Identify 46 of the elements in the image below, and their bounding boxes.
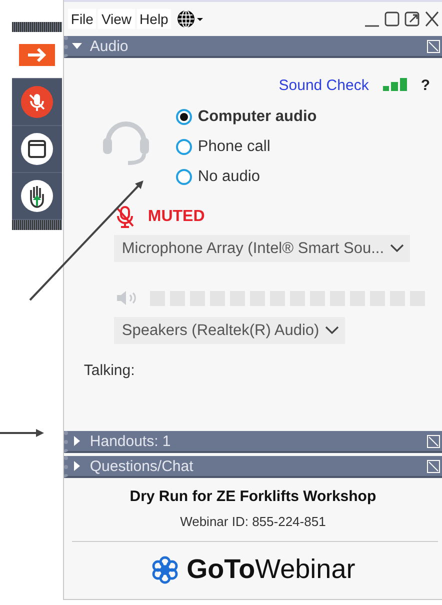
menu-item[interactable]: File bbox=[68, 9, 96, 29]
panel-header[interactable]: Handouts: 1 bbox=[64, 431, 442, 453]
gotowebinar-logo-text: GoToWebinar bbox=[186, 554, 356, 585]
talking-label: Talking: bbox=[84, 362, 136, 379]
sound-check-link[interactable]: Sound Check bbox=[278, 76, 369, 94]
menu-item[interactable]: Help bbox=[136, 9, 172, 29]
panel-title: Audio bbox=[90, 38, 130, 54]
pop-out-icon[interactable] bbox=[404, 10, 420, 28]
close-icon[interactable] bbox=[424, 10, 440, 28]
webinar-title: Dry Run for ZE Forklifts Workshop bbox=[130, 488, 376, 505]
chevron-down-icon bbox=[325, 326, 340, 335]
grip-handle[interactable] bbox=[12, 22, 62, 32]
raise-hand-button[interactable] bbox=[20, 180, 53, 212]
collapse-triangle-icon[interactable] bbox=[72, 41, 82, 51]
signal-bars-icon bbox=[382, 78, 407, 92]
webinar-id: Webinar ID: 855-224-851 bbox=[180, 514, 326, 529]
audio-option-radio[interactable]: Phone call bbox=[176, 135, 317, 159]
mute-button[interactable] bbox=[20, 86, 53, 118]
flower-logo-icon bbox=[150, 556, 179, 584]
expand-triangle-icon[interactable] bbox=[72, 436, 82, 446]
show-panel-button[interactable] bbox=[18, 44, 55, 66]
panel-title: Handouts: 1 bbox=[90, 432, 172, 450]
muted-microphone-icon bbox=[20, 86, 53, 118]
chevron-down-icon bbox=[390, 244, 404, 253]
help-button[interactable]: ? bbox=[420, 76, 430, 94]
audio-option-radio[interactable]: Computer audio bbox=[176, 105, 317, 129]
undock-icon[interactable] bbox=[427, 40, 440, 52]
language-menu-button[interactable] bbox=[176, 9, 204, 29]
annotation-arrow bbox=[0, 429, 44, 437]
microphone-dropdown[interactable]: Microphone Array (Intel® Smart Sou... bbox=[114, 235, 410, 262]
window-icon bbox=[20, 133, 53, 165]
maximize-icon[interactable] bbox=[384, 10, 400, 28]
expand-triangle-icon[interactable] bbox=[72, 461, 82, 471]
undock-icon[interactable] bbox=[427, 460, 440, 472]
audio-option-radio[interactable]: No audio bbox=[176, 165, 317, 189]
panel-header[interactable]: Questions/Chat bbox=[64, 456, 442, 478]
speakers-dropdown[interactable]: Speakers (Realtek(R) Audio) bbox=[114, 317, 346, 344]
panel-title: Questions/Chat bbox=[90, 458, 194, 474]
grip-handle[interactable] bbox=[12, 220, 62, 230]
window-button[interactable] bbox=[20, 133, 53, 165]
menu-item[interactable]: View bbox=[98, 9, 135, 29]
hand-icon bbox=[20, 180, 53, 212]
arrow-right-icon bbox=[18, 44, 55, 66]
undock-icon[interactable] bbox=[427, 434, 440, 448]
panel-header[interactable]: Audio bbox=[64, 36, 442, 58]
mic-status: MUTED bbox=[148, 208, 205, 226]
